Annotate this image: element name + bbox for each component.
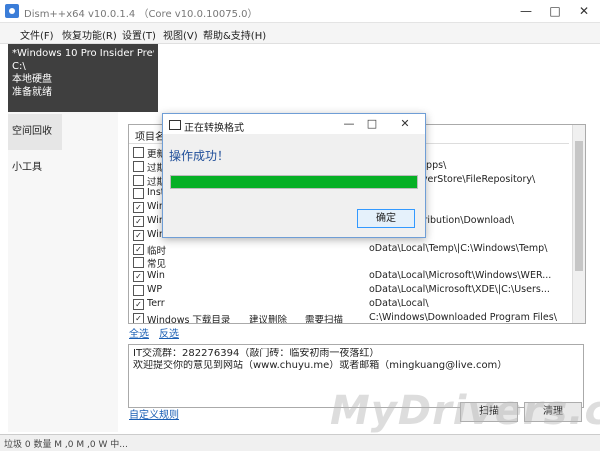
item-checkbox[interactable]: ✓ [133, 312, 144, 323]
header-name: 项目名 [135, 132, 165, 143]
session-disk: 本地硬盘 [12, 74, 52, 85]
item-checkbox[interactable] [133, 257, 144, 269]
item-checkbox[interactable] [133, 160, 144, 172]
item-checkbox[interactable]: ✓ [133, 202, 144, 214]
app-icon [5, 4, 19, 18]
window-icon [169, 120, 181, 130]
dialog-title: 正在转换格式 [184, 123, 244, 134]
menu-bar: 文件(F) 恢复功能(R) 设置(T) 视图(V) 帮助&支持(H) [0, 23, 600, 44]
title-bar: Dism++x64 v10.0.1.4 （Core v10.0.10075.0）… [0, 0, 600, 23]
item-checkbox[interactable] [133, 285, 144, 296]
menu-settings[interactable]: 设置(T) [122, 27, 156, 42]
status-bar: 垃圾 0 数量 M ,0 M ,0 W 中... [0, 434, 600, 451]
sidebar-item-tools[interactable]: 小工具 [8, 150, 62, 186]
maximize-button[interactable]: □ [541, 0, 569, 22]
session-panel[interactable]: *Windows 10 Pro Insider Preview C:\ 本地硬盘… [8, 44, 158, 112]
dialog-body: 操作成功！ 确定 [163, 134, 425, 237]
watermark: MyDrivers.com [330, 388, 600, 434]
item-name: Windows 下载目录 [147, 314, 231, 324]
menu-recover[interactable]: 恢复功能(R) [62, 27, 117, 42]
item-checkbox[interactable]: ✓ [133, 298, 144, 310]
item-checkbox[interactable]: ✓ [133, 271, 144, 283]
info-line-group: IT交流群：282276394（敲门砖：临安初雨一夜落红） [133, 348, 380, 359]
dialog-minimize-button[interactable]: — [338, 116, 360, 132]
item-name: Terr [147, 297, 165, 309]
minimize-button[interactable]: — [512, 0, 540, 22]
scrollbar-thumb[interactable] [575, 141, 583, 271]
custom-rules-link[interactable]: 自定义规则 [129, 406, 179, 421]
invert-select-link[interactable]: 反选 [159, 325, 179, 340]
item-name: WP [147, 284, 163, 295]
convert-format-dialog: 正在转换格式 — □ ✕ 操作成功！ 确定 [162, 113, 426, 238]
dialog-maximize-button[interactable]: □ [361, 116, 383, 132]
session-status: 准备就绪 [12, 87, 52, 98]
ok-button[interactable]: 确定 [357, 209, 415, 228]
menu-file[interactable]: 文件(F) [20, 27, 54, 42]
dialog-title-bar: 正在转换格式 — □ ✕ [163, 114, 425, 134]
item-scan: 需要扫描 [305, 314, 344, 324]
item-checkbox[interactable] [133, 174, 144, 186]
item-checkbox[interactable]: ✓ [133, 229, 144, 241]
item-path: oData\Local\ [369, 297, 429, 309]
dialog-close-button[interactable]: ✕ [394, 116, 416, 132]
sidebar-item-space-cleanup[interactable]: 空间回收 [8, 114, 62, 150]
menu-view[interactable]: 视图(V) [163, 27, 198, 42]
session-drive: C:\ [12, 61, 26, 72]
item-advice: 建议删除 [249, 314, 288, 324]
close-button[interactable]: ✕ [570, 0, 598, 22]
item-path: oData\Local\Microsoft\Windows\WER... [369, 270, 552, 282]
progress-bar [170, 175, 418, 189]
item-path: C:\Windows\Downloaded Program Files\ [369, 311, 557, 323]
item-path: oData\Local\Microsoft\XDE\|C:\Users... [369, 284, 550, 295]
item-path: oData\Local\Temp\|C:\Windows\Temp\ [369, 242, 548, 254]
session-os: *Windows 10 Pro Insider Preview [12, 48, 154, 59]
select-all-link[interactable]: 全选 [129, 325, 149, 340]
item-checkbox[interactable] [133, 188, 144, 200]
item-checkbox[interactable]: ✓ [133, 216, 144, 227]
item-checkbox[interactable]: ✓ [133, 243, 144, 255]
list-item[interactable]: ✓ Windows 下载目录 建议删除 需要扫描 C:\Windows\Download… [129, 310, 569, 324]
dialog-message: 操作成功！ [169, 149, 230, 163]
list-scrollbar[interactable] [572, 125, 585, 323]
window-title: Dism++x64 v10.0.1.4 （Core v10.0.10075.0） [24, 9, 258, 20]
sidebar: 空间回收 小工具 [8, 112, 118, 432]
menu-help[interactable]: 帮助&支持(H) [203, 27, 266, 42]
info-line-feedback: 欢迎提交你的意见到网站（www.chuyu.me）或者邮箱（mingkuang@… [133, 360, 508, 371]
status-text: 垃圾 0 数量 M ,0 M ,0 W 中... [4, 440, 128, 450]
progress-fill [171, 176, 417, 188]
item-checkbox[interactable] [133, 147, 144, 158]
dism-window: Dism++x64 v10.0.1.4 （Core v10.0.10075.0）… [0, 0, 600, 451]
item-name: Win [147, 270, 165, 282]
